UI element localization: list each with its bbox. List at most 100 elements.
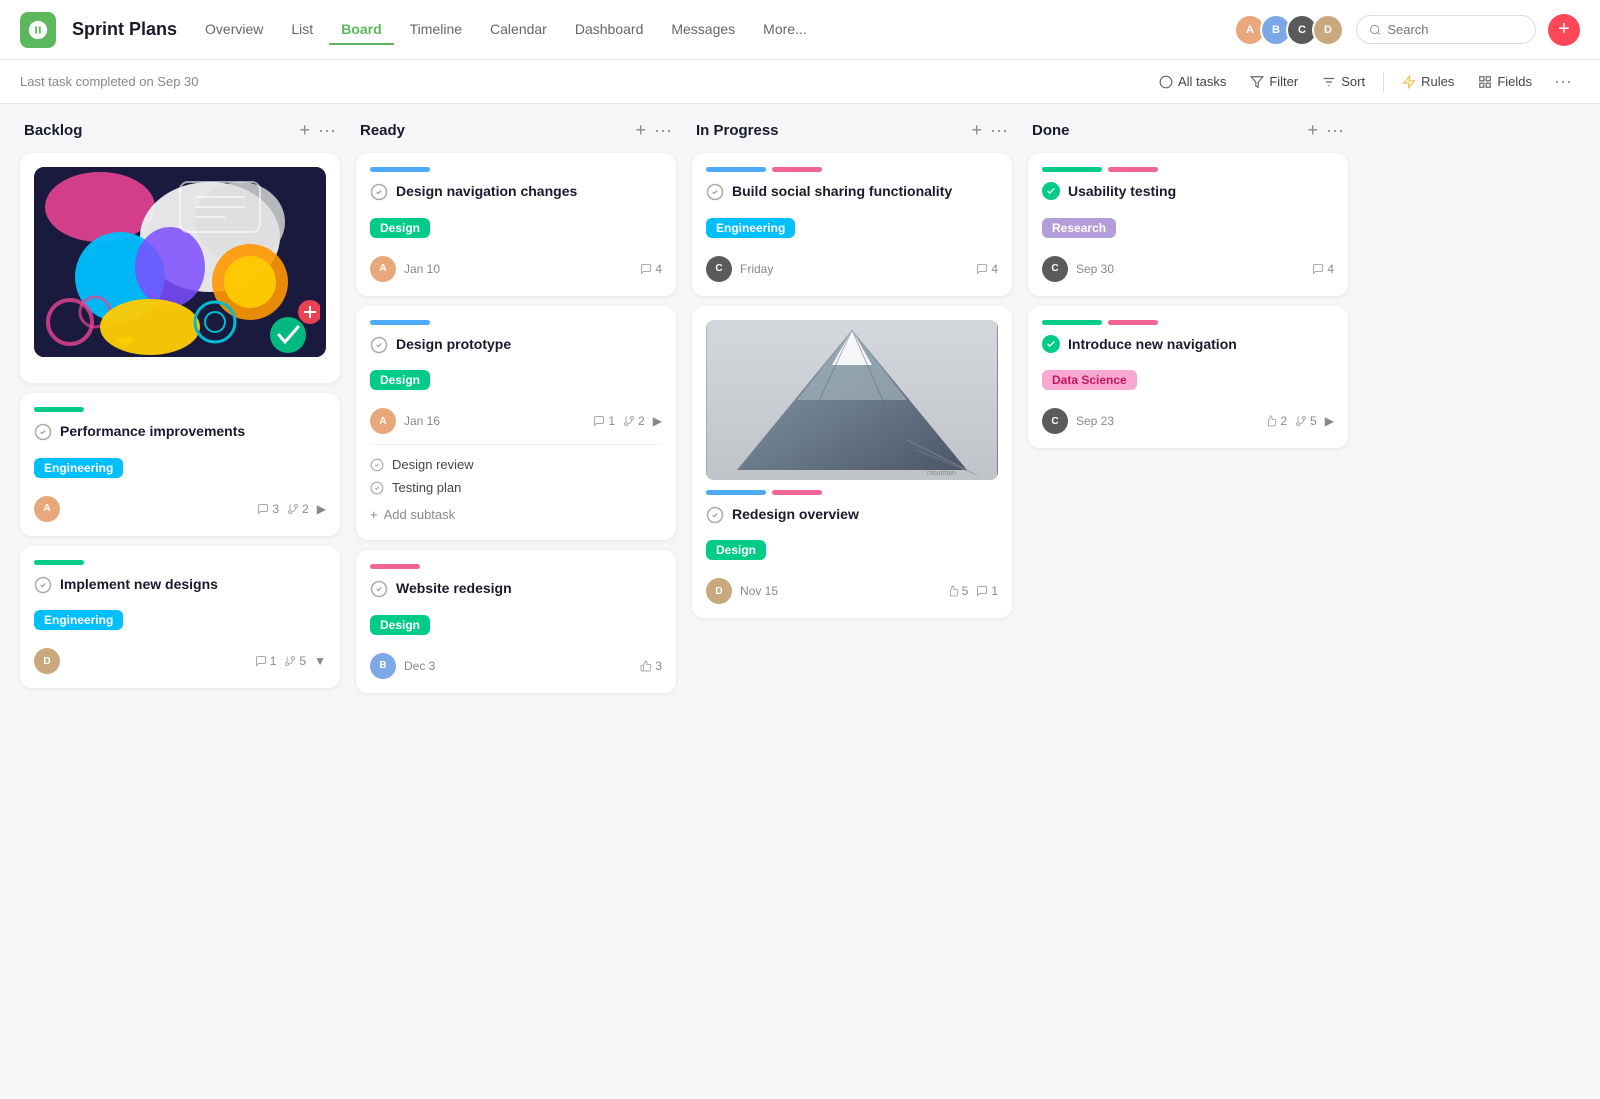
green-bar	[34, 407, 84, 412]
like-icon	[640, 660, 652, 672]
task-check-icon[interactable]	[370, 336, 388, 354]
task-tag[interactable]: Design	[370, 615, 430, 635]
fields-icon	[1478, 75, 1492, 89]
comment-count: 1	[255, 654, 277, 668]
card-social-sharing: Build social sharing functionality Engin…	[692, 153, 1012, 296]
subtask-check-icon[interactable]	[370, 458, 384, 472]
task-tag[interactable]: Data Science	[1042, 370, 1137, 390]
all-tasks-button[interactable]: All tasks	[1149, 69, 1236, 94]
card-color-bars	[370, 167, 662, 172]
task-title: Introduce new navigation	[1068, 335, 1237, 355]
like-icon	[947, 585, 959, 597]
task-check-icon[interactable]	[706, 506, 724, 524]
pink-bar	[1108, 320, 1158, 325]
assignee-avatar: A	[34, 496, 60, 522]
done-menu-button[interactable]: ···	[1326, 120, 1344, 141]
subtask-design-review: Design review	[370, 453, 662, 476]
task-tag[interactable]: Design	[706, 540, 766, 560]
column-backlog: Backlog + ···	[20, 120, 340, 1083]
task-tag[interactable]: Research	[1042, 218, 1116, 238]
blue-bar	[370, 167, 430, 172]
mountain-svg: mountain	[706, 320, 998, 480]
pink-bar	[370, 564, 420, 569]
fields-button[interactable]: Fields	[1468, 69, 1542, 94]
card-new-designs: Implement new designs Engineering D 1 5 …	[20, 546, 340, 689]
check-svg	[1046, 339, 1056, 349]
rules-button[interactable]: Rules	[1392, 69, 1464, 94]
like-count: 2	[1265, 414, 1287, 428]
rules-icon	[1402, 75, 1416, 89]
backlog-menu-button[interactable]: ···	[318, 120, 336, 141]
task-tag[interactable]: Design	[370, 370, 430, 390]
expand-icon[interactable]: ▶	[1325, 414, 1334, 428]
due-date: Nov 15	[740, 584, 778, 598]
add-icon: +	[370, 507, 378, 522]
ready-header-actions: + ···	[636, 120, 673, 141]
card-footer: C Friday 4	[706, 256, 998, 282]
assignee-avatar: A	[370, 256, 396, 282]
backlog-add-button[interactable]: +	[300, 120, 311, 141]
dropdown-icon[interactable]: ▼	[314, 654, 326, 668]
done-check-icon	[1042, 182, 1060, 200]
pink-bar	[1108, 167, 1158, 172]
search-input[interactable]	[1387, 22, 1523, 37]
nav-tab-board[interactable]: Board	[329, 15, 393, 45]
task-tag[interactable]: Engineering	[34, 458, 123, 478]
ready-add-button[interactable]: +	[636, 120, 647, 141]
done-add-button[interactable]: +	[1308, 120, 1319, 141]
task-check-icon[interactable]	[370, 580, 388, 598]
comment-icon	[976, 585, 988, 597]
expand-icon[interactable]: ▶	[317, 502, 326, 516]
toolbar-actions: All tasks Filter Sort Rules Fields ···	[1149, 67, 1580, 96]
task-tag[interactable]: Design	[370, 218, 430, 238]
expand-subtasks-icon[interactable]: ▶	[653, 414, 662, 428]
card-footer: D 1 5 ▼	[34, 648, 326, 674]
avatar-4[interactable]: D	[1312, 14, 1344, 46]
assignee-avatar: C	[1042, 408, 1068, 434]
task-check-icon[interactable]	[34, 423, 52, 441]
card-footer: D Nov 15 5 1	[706, 578, 998, 604]
nav-tab-messages[interactable]: Messages	[659, 15, 747, 45]
sort-button[interactable]: Sort	[1312, 69, 1375, 94]
nav-tab-calendar[interactable]: Calendar	[478, 15, 559, 45]
add-button[interactable]: +	[1548, 14, 1580, 46]
task-check-icon[interactable]	[706, 183, 724, 201]
comment-count: 4	[1312, 262, 1334, 276]
card-color-bars	[1042, 320, 1334, 325]
in-progress-menu-button[interactable]: ···	[990, 120, 1008, 141]
task-tag[interactable]: Engineering	[706, 218, 795, 238]
more-options-button[interactable]: ···	[1546, 67, 1580, 96]
nav-tab-dashboard[interactable]: Dashboard	[563, 15, 656, 45]
card-title-row: Build social sharing functionality	[706, 182, 998, 210]
assignee-avatar: B	[370, 653, 396, 679]
nav-tab-timeline[interactable]: Timeline	[398, 15, 474, 45]
pink-bar	[772, 490, 822, 495]
nav-tab-list[interactable]: List	[279, 15, 325, 45]
card-stats: 3 2 ▶	[257, 502, 326, 516]
card-title-row: Redesign overview	[706, 505, 998, 533]
column-title-ready: Ready	[360, 122, 405, 139]
subtask-list: Design review Testing plan + Add subtask	[370, 444, 662, 526]
card-color-bars	[370, 320, 662, 325]
in-progress-add-button[interactable]: +	[972, 120, 983, 141]
card-title-row: Implement new designs	[34, 575, 326, 603]
task-tag[interactable]: Engineering	[34, 610, 123, 630]
ready-menu-button[interactable]: ···	[654, 120, 672, 141]
task-image: mountain	[706, 320, 998, 480]
comment-icon	[593, 415, 605, 427]
card-stats: 2 5 ▶	[1265, 414, 1334, 428]
filter-button[interactable]: Filter	[1240, 69, 1308, 94]
task-title: Implement new designs	[60, 575, 218, 595]
nav-tab-overview[interactable]: Overview	[193, 15, 275, 45]
task-check-icon[interactable]	[34, 576, 52, 594]
task-check-icon[interactable]	[370, 183, 388, 201]
comment-count: 1	[976, 584, 998, 598]
footer-left: D Nov 15	[706, 578, 778, 604]
last-task-text: Last task completed on Sep 30	[20, 74, 199, 89]
card-color-bars	[706, 167, 998, 172]
nav-tab-more[interactable]: More...	[751, 15, 819, 45]
subtask-check-icon[interactable]	[370, 481, 384, 495]
add-subtask-button[interactable]: + Add subtask	[370, 503, 662, 526]
column-done: Done + ··· Usability testing Research C	[1028, 120, 1348, 1083]
comment-count: 4	[976, 262, 998, 276]
